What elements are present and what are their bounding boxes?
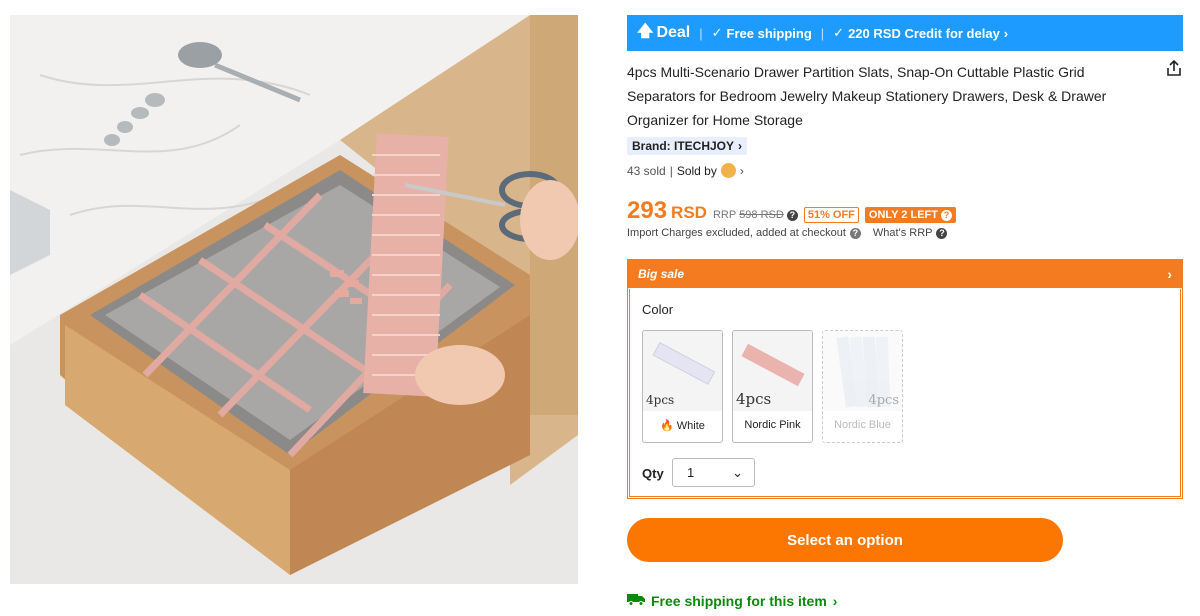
truck-icon bbox=[627, 592, 645, 609]
color-label: Color bbox=[642, 302, 674, 317]
share-icon[interactable] bbox=[1164, 58, 1184, 78]
rrp-label: RRP bbox=[712, 209, 737, 221]
option-pcs: 4pcs bbox=[868, 393, 899, 408]
divider: | bbox=[669, 163, 673, 178]
free-shipping-tag: ✓ Free shipping bbox=[712, 25, 812, 41]
sold-count: 43 sold bbox=[627, 163, 666, 178]
product-photo bbox=[10, 15, 578, 584]
help-icon[interactable]: ? bbox=[786, 209, 798, 221]
up-arrow-icon: 🡅 bbox=[637, 22, 654, 40]
divider: | bbox=[699, 25, 703, 41]
check-icon: ✓ bbox=[711, 25, 723, 40]
variant-selector: Color 4pcs 🔥 White 4pcs Nordic Pink 4pcs… bbox=[629, 289, 1181, 497]
seller-avatar[interactable] bbox=[720, 163, 736, 178]
deal-banner[interactable]: 🡅 Deal | ✓ Free shipping | ✓ 220 RSD Cre… bbox=[627, 15, 1183, 51]
big-sale-label: Big sale bbox=[638, 267, 685, 281]
check-icon: ✓ bbox=[833, 25, 845, 40]
select-option-button[interactable]: Select an option bbox=[627, 518, 1063, 562]
import-charges-row: Import Charges excluded, added at checko… bbox=[627, 227, 948, 239]
credit-delay-label: 220 RSD Credit for delay bbox=[848, 25, 1000, 41]
option-name: Nordic Pink bbox=[733, 419, 812, 431]
rrp-value: 598 RSD bbox=[739, 209, 784, 221]
deal-label: Deal bbox=[656, 24, 691, 41]
color-option-white[interactable]: 4pcs 🔥 White bbox=[642, 330, 723, 443]
sale-price: 293 bbox=[627, 197, 668, 224]
product-image[interactable] bbox=[10, 15, 578, 584]
big-sale-header[interactable]: Big sale › bbox=[628, 260, 1182, 288]
option-name: 🔥 White bbox=[643, 419, 722, 433]
price-currency: RSD bbox=[671, 203, 707, 222]
price-row: 293 RSD RRP 598 RSD ? 51% OFF ONLY 2 LEF… bbox=[627, 197, 956, 225]
help-icon[interactable]: ? bbox=[940, 209, 952, 221]
rrp: RRP 598 RSD ? bbox=[713, 209, 798, 221]
free-shipping-link[interactable]: Free shipping for this item › bbox=[627, 592, 837, 609]
free-shipping-item-label: Free shipping for this item bbox=[651, 592, 827, 609]
option-pcs: 4pcs bbox=[736, 390, 772, 408]
divider: | bbox=[820, 25, 825, 41]
option-label: Nordic Blue bbox=[834, 419, 891, 431]
discount-badge: 51% OFF bbox=[803, 207, 859, 223]
sold-by-label: Sold by bbox=[676, 163, 717, 178]
option-pcs: 4pcs bbox=[646, 393, 675, 407]
stock-label: ONLY 2 LEFT bbox=[868, 209, 938, 221]
stock-badge: ONLY 2 LEFT ? bbox=[864, 207, 956, 223]
brand-link[interactable]: Brand: ITECHJOY › bbox=[627, 137, 748, 155]
chevron-right-icon[interactable]: › bbox=[740, 164, 744, 178]
fire-icon: 🔥 bbox=[660, 420, 674, 432]
chevron-right-icon: › bbox=[1003, 25, 1009, 41]
option-label: White bbox=[676, 419, 705, 432]
help-icon[interactable]: ? bbox=[936, 227, 948, 239]
option-name: Nordic Blue bbox=[823, 419, 902, 431]
product-title: 4pcs Multi-Scenario Drawer Partition Sla… bbox=[627, 64, 1107, 128]
help-icon[interactable]: ? bbox=[849, 227, 861, 239]
whats-rrp-link[interactable]: What's RRP bbox=[873, 227, 933, 239]
qty-label: Qty bbox=[642, 466, 664, 481]
option-label: Nordic Pink bbox=[744, 419, 801, 431]
deal-badge: 🡅 Deal bbox=[637, 20, 690, 47]
qty-select[interactable]: 1 ⌄ bbox=[672, 458, 755, 487]
color-option-nordic-pink[interactable]: 4pcs Nordic Pink bbox=[732, 330, 813, 443]
color-option-nordic-blue: 4pcs Nordic Blue bbox=[822, 330, 903, 443]
credit-delay-tag[interactable]: ✓ 220 RSD Credit for delay › bbox=[833, 25, 1008, 41]
sold-row: 43 sold | Sold by › bbox=[627, 163, 744, 178]
big-sale-panel: Big sale › Color 4pcs 🔥 White 4pcs Nordi… bbox=[627, 259, 1183, 499]
chevron-down-icon: ⌄ bbox=[732, 464, 743, 480]
brand-label: Brand: ITECHJOY bbox=[632, 139, 735, 153]
chevron-right-icon: › bbox=[1167, 266, 1172, 282]
import-note: Import Charges excluded, added at checko… bbox=[627, 227, 846, 239]
chevron-right-icon: › bbox=[738, 139, 743, 153]
free-shipping-label: Free shipping bbox=[726, 25, 812, 41]
qty-value: 1 bbox=[687, 465, 695, 480]
chevron-right-icon: › bbox=[832, 592, 838, 609]
